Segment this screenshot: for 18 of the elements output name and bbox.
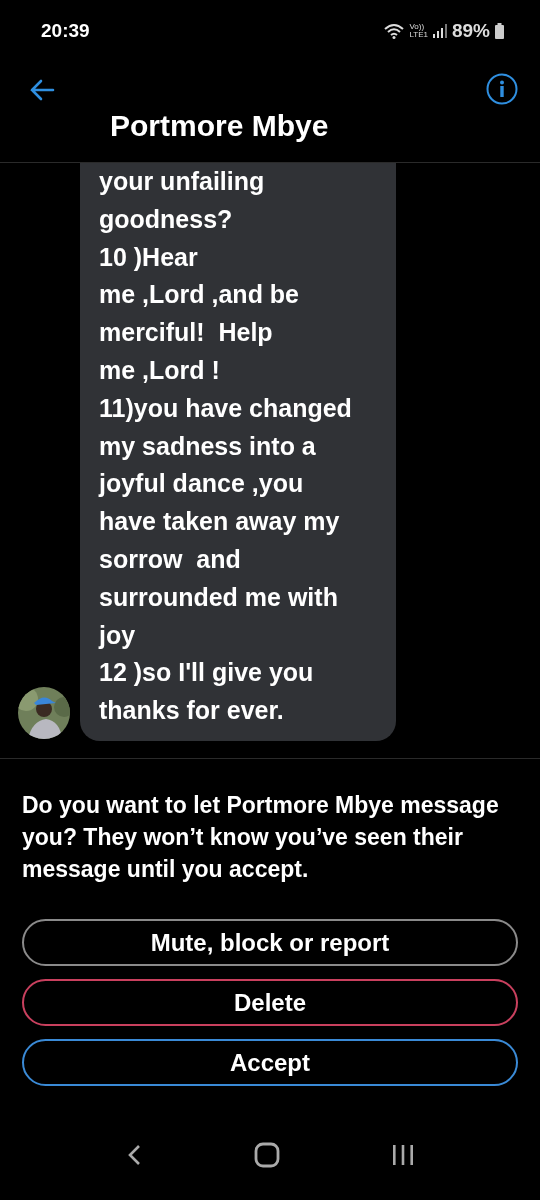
home-icon[interactable] bbox=[254, 1142, 280, 1168]
battery-icon bbox=[495, 23, 504, 39]
status-time: 20:39 bbox=[41, 20, 90, 42]
request-prompt: Do you want to let Portmore Mbye message you? They won’t know you’ve seen their message until you accept. bbox=[22, 791, 500, 884]
message-bubble: your unfailing goodness? 10 )Hear me ,Lord ,and be merciful! Help me ,Lord ! 11)you have changed my sadness into a joyful dance ,you have taken away my sorrow and surrounded me with joy 12 )so I'll give you thanks for ever. bbox=[80, 163, 396, 741]
info-icon[interactable] bbox=[486, 73, 518, 105]
wifi-icon bbox=[384, 23, 405, 39]
back-arrow-icon[interactable] bbox=[29, 78, 55, 102]
signal-icon bbox=[432, 24, 447, 38]
volte-label: Vo)) bbox=[409, 23, 425, 31]
action-button[interactable]: Delete bbox=[22, 979, 518, 1026]
network-label: LTE1 bbox=[409, 31, 428, 39]
contact-name: Portmore Mbye bbox=[110, 109, 329, 143]
recent-apps-icon[interactable] bbox=[392, 1144, 414, 1166]
back-nav-icon[interactable] bbox=[126, 1143, 142, 1167]
action-button[interactable]: Accept bbox=[22, 1039, 518, 1086]
action-button[interactable]: Mute, block or report bbox=[22, 919, 518, 966]
battery-percent: 89% bbox=[451, 20, 490, 42]
